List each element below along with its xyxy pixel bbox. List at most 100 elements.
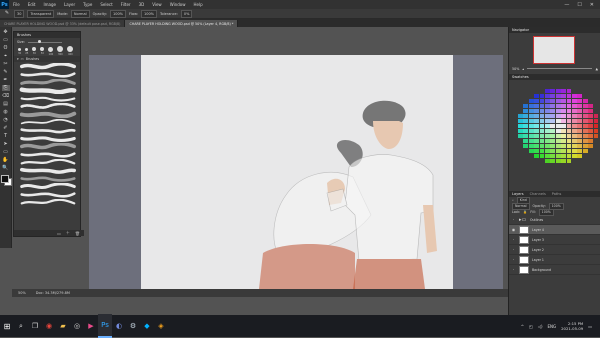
paths-tab[interactable]: Paths xyxy=(552,192,562,196)
brush-preset[interactable]: 25 xyxy=(25,47,28,55)
lasso-tool-icon[interactable]: ʘ xyxy=(2,45,10,51)
color-swatch[interactable] xyxy=(534,148,539,153)
color-swatch[interactable] xyxy=(577,108,583,114)
document-canvas[interactable] xyxy=(141,55,453,289)
color-swatch[interactable] xyxy=(545,148,550,153)
brush-preset[interactable]: 30 xyxy=(18,47,21,55)
color-swatch[interactable] xyxy=(561,93,566,99)
color-swatch[interactable] xyxy=(572,153,577,158)
color-swatch[interactable] xyxy=(528,108,534,114)
brush-preset[interactable]: 50 xyxy=(40,47,45,55)
color-swatch[interactable] xyxy=(561,89,566,94)
color-swatch[interactable] xyxy=(518,133,523,139)
color-swatch[interactable] xyxy=(539,148,545,153)
brush-stroke-preview[interactable] xyxy=(17,119,77,126)
brush-stroke-preview[interactable] xyxy=(17,175,77,182)
menu-layer[interactable]: Layer xyxy=(60,2,79,7)
marquee-tool-icon[interactable]: ▭ xyxy=(2,37,10,43)
color-swatch[interactable] xyxy=(523,118,529,124)
color-swatch[interactable] xyxy=(566,108,572,114)
color-swatch[interactable] xyxy=(566,98,572,104)
color-swatch[interactable] xyxy=(534,103,539,109)
color-swatch[interactable] xyxy=(566,133,572,139)
brush-preset[interactable]: 300 xyxy=(57,46,64,56)
color-swatch[interactable] xyxy=(555,98,561,104)
color-swatch[interactable] xyxy=(539,103,545,109)
color-swatch[interactable] xyxy=(550,158,556,163)
color-swatch[interactable] xyxy=(528,123,534,129)
color-wheel-swatches[interactable] xyxy=(512,85,599,189)
type-tool-icon[interactable]: T xyxy=(2,133,10,139)
color-swatch[interactable] xyxy=(545,93,550,99)
color-swatch[interactable] xyxy=(582,98,588,104)
flow-field[interactable]: 100% xyxy=(140,9,157,18)
color-swatch[interactable] xyxy=(528,103,534,109)
network-icon[interactable]: ◰ xyxy=(529,324,533,329)
dodge-tool-icon[interactable]: ◔ xyxy=(2,117,10,123)
color-swatch[interactable] xyxy=(577,93,583,99)
menu-select[interactable]: Select xyxy=(96,2,116,7)
shape-tool-icon[interactable]: ▭ xyxy=(2,149,10,155)
color-swatch[interactable] xyxy=(550,103,556,109)
color-swatch[interactable] xyxy=(539,98,545,104)
color-swatch[interactable] xyxy=(555,148,561,153)
messenger-icon[interactable]: ◆ xyxy=(140,315,154,337)
color-swatch[interactable] xyxy=(572,133,577,139)
color-swatch[interactable] xyxy=(550,128,556,134)
color-swatch[interactable] xyxy=(582,103,588,109)
document-tab[interactable]: CHARE PLAYER HOLDING WOOD.psd @ 33% (def… xyxy=(0,20,126,27)
color-swatch[interactable] xyxy=(566,143,572,148)
color-swatch[interactable] xyxy=(582,133,588,139)
brush-stroke-preview[interactable] xyxy=(17,191,77,198)
menu-type[interactable]: Type xyxy=(79,2,96,7)
color-swatch[interactable] xyxy=(550,153,556,158)
color-swatch[interactable] xyxy=(572,118,577,124)
color-swatch[interactable] xyxy=(582,138,588,144)
color-swatch[interactable] xyxy=(588,103,593,109)
color-swatch[interactable] xyxy=(588,143,593,148)
maximize-icon[interactable]: ☐ xyxy=(577,2,581,8)
color-swatch[interactable] xyxy=(593,123,599,129)
color-swatch[interactable] xyxy=(545,118,550,124)
healing-tool-icon[interactable]: ✒ xyxy=(2,77,10,83)
menu-help[interactable]: Help xyxy=(189,2,206,7)
color-swatch[interactable] xyxy=(534,128,539,134)
brush-stroke-preview[interactable] xyxy=(17,71,77,78)
color-swatch[interactable] xyxy=(577,103,583,109)
brush-stroke-preview[interactable] xyxy=(17,103,77,110)
layer-row[interactable]: · ▸▭ Outlines xyxy=(509,215,600,225)
color-swatch[interactable] xyxy=(577,148,583,153)
brush-folder[interactable]: ▾ ▭ Brushes xyxy=(14,56,80,62)
color-swatch[interactable] xyxy=(550,113,556,119)
color-swatch[interactable] xyxy=(561,103,566,109)
menu-file[interactable]: File xyxy=(9,2,24,7)
color-swatch[interactable] xyxy=(545,143,550,148)
color-swatch[interactable] xyxy=(566,158,572,163)
layer-row[interactable]: ◉ Layer 4 xyxy=(509,225,600,235)
color-swatch[interactable] xyxy=(523,138,529,144)
color-swatch[interactable] xyxy=(577,98,583,104)
visibility-eye-icon[interactable]: · xyxy=(511,257,516,262)
color-swatch[interactable] xyxy=(539,153,545,158)
color-swatch[interactable] xyxy=(550,118,556,124)
channels-tab[interactable]: Channels xyxy=(530,192,546,196)
color-swatch[interactable] xyxy=(518,118,523,124)
color-swatch[interactable] xyxy=(582,128,588,134)
color-swatch[interactable] xyxy=(588,138,593,144)
color-swatch[interactable] xyxy=(566,153,572,158)
blend-mode-dropdown[interactable]: Normal xyxy=(512,202,530,210)
color-swatch[interactable] xyxy=(572,103,577,109)
color-swatch[interactable] xyxy=(523,123,529,129)
color-swatch[interactable] xyxy=(561,148,566,153)
color-swatch[interactable] xyxy=(550,133,556,139)
navigator-preview[interactable] xyxy=(533,36,575,64)
color-swatch[interactable] xyxy=(534,143,539,148)
color-swatch[interactable] xyxy=(534,153,539,158)
brush-tool-icon[interactable]: ⎘ xyxy=(1,85,10,91)
color-swatch[interactable] xyxy=(561,108,566,114)
brush-stroke-preview[interactable] xyxy=(17,151,77,158)
fill-field[interactable]: 100% xyxy=(538,208,554,216)
gradient-tool-icon[interactable]: ▤ xyxy=(2,101,10,107)
color-swatch[interactable] xyxy=(561,98,566,104)
color-swatch[interactable] xyxy=(572,113,577,119)
